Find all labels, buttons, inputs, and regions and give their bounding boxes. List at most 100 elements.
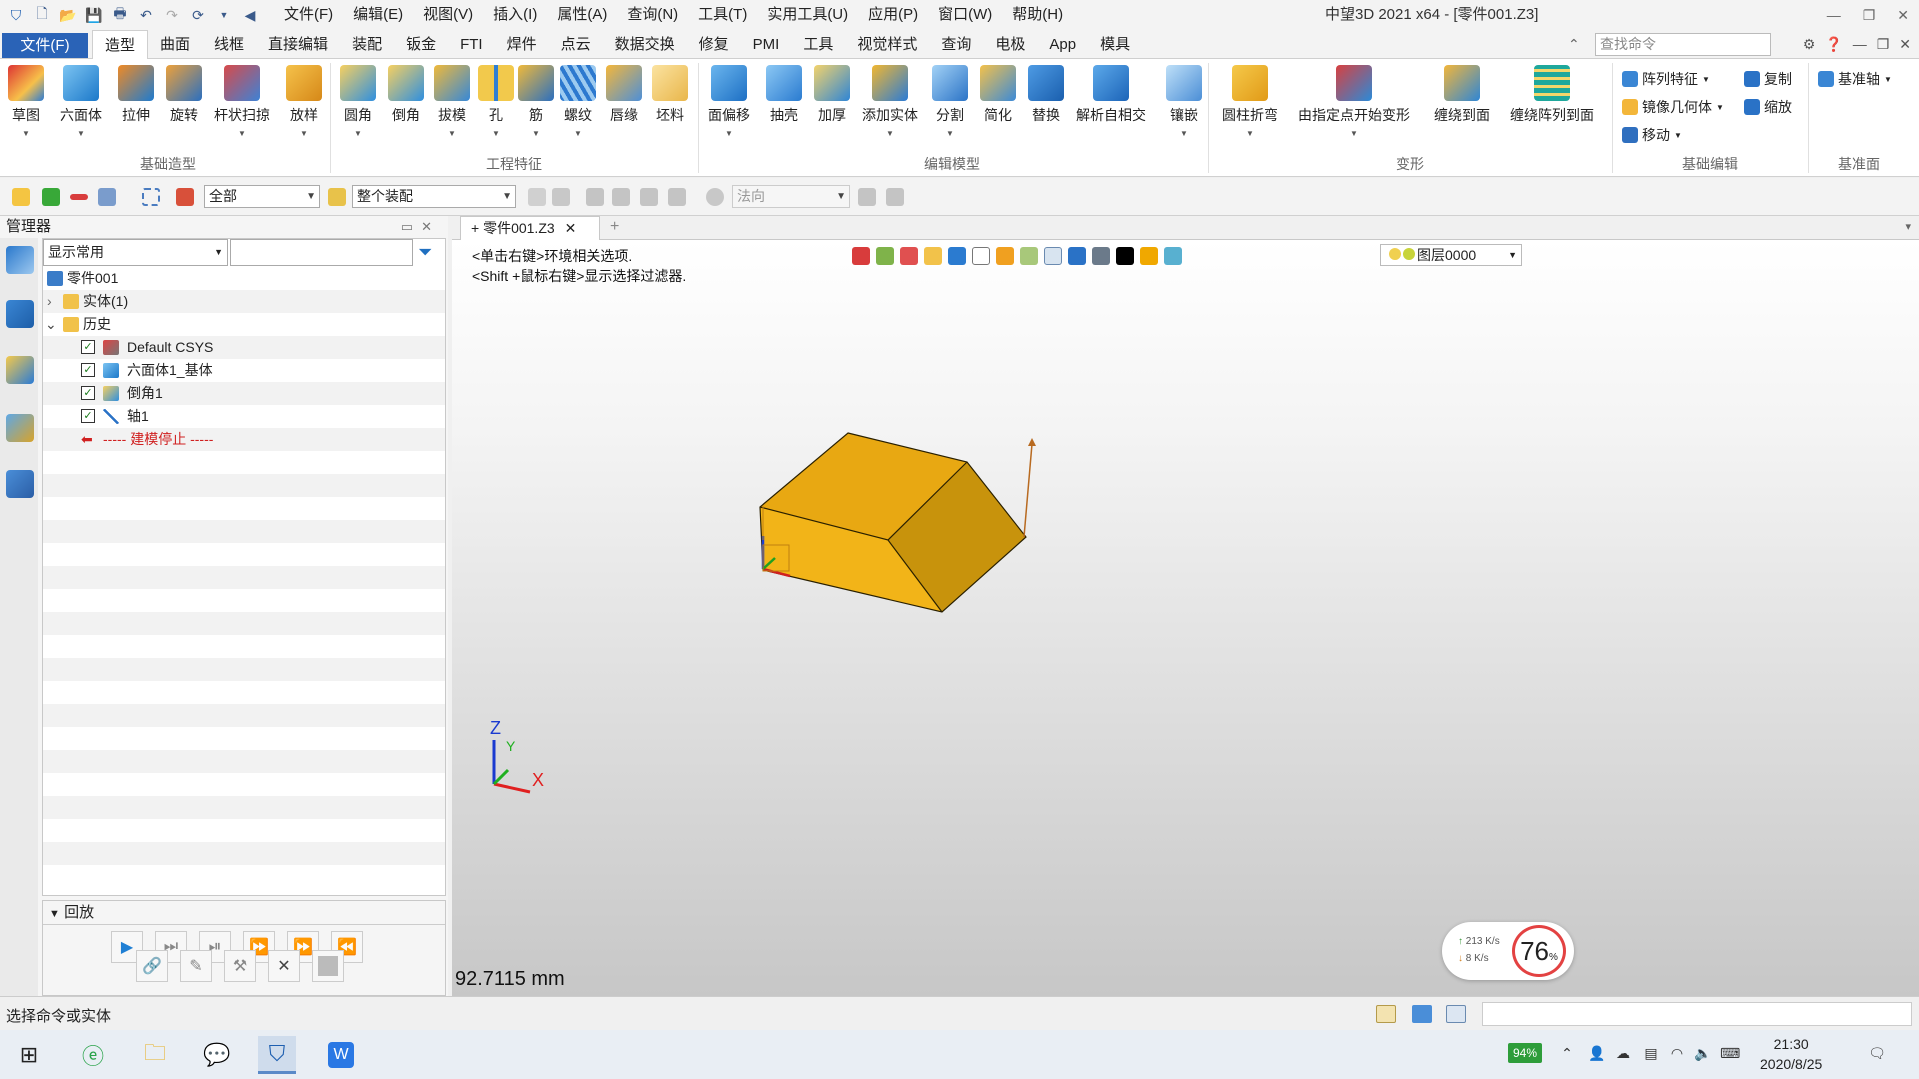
simplify-button[interactable]: 简化	[980, 65, 1016, 125]
add-solid-button[interactable]: 添加实体 ▼	[862, 65, 918, 138]
emboss-button[interactable]: 镶嵌 ▼	[1166, 65, 1202, 138]
tab-fti[interactable]: FTI	[448, 30, 495, 60]
tab-sheetmetal[interactable]: 钣金	[394, 30, 448, 60]
gear-snap-icon[interactable]	[552, 188, 570, 206]
visibility-checkbox[interactable]: ✓	[81, 409, 95, 423]
filter-select[interactable]: 全部 ▼	[204, 185, 320, 208]
windows-start-icon[interactable]: ⊞	[10, 1036, 48, 1074]
wrap-to-face-button[interactable]: 缠绕到面	[1434, 65, 1490, 125]
close-doc-icon[interactable]: ✕	[1899, 30, 1911, 59]
sketch-button[interactable]: 草图 ▼	[8, 65, 44, 138]
chevron-right-icon[interactable]: ›	[47, 290, 52, 313]
tab-tools[interactable]: 工具	[791, 30, 845, 60]
wechat-icon[interactable]: 💬	[198, 1036, 236, 1074]
shell-button[interactable]: 抽壳	[766, 65, 802, 125]
menu-insert[interactable]: 插入(I)	[483, 0, 547, 30]
menu-help[interactable]: 帮助(H)	[1002, 0, 1073, 30]
tab-app[interactable]: App	[1037, 30, 1088, 60]
close-icon[interactable]: ✕	[1897, 0, 1909, 30]
delete-icon[interactable]: ✕	[268, 950, 300, 982]
tree-item-box[interactable]: ✓ 六面体1_基体	[43, 359, 445, 382]
scale-button[interactable]: 缩放	[1744, 97, 1792, 117]
tree-search-input[interactable]	[230, 239, 413, 266]
save-icon[interactable]: 💾	[84, 5, 104, 25]
menu-tools[interactable]: 工具(T)	[688, 0, 757, 30]
chevron-down-icon[interactable]: ⌄	[45, 313, 57, 336]
new-file-icon[interactable]: 🗋	[32, 5, 52, 25]
filter-type-icon[interactable]	[176, 188, 194, 206]
notification-icon[interactable]: 🗨	[1868, 1045, 1886, 1063]
box-button[interactable]: 六面体 ▼	[60, 65, 102, 138]
panel-icon[interactable]	[1446, 1005, 1466, 1023]
browser-icon[interactable]: ⓔ	[74, 1036, 112, 1074]
tab-modeling[interactable]: 造型	[92, 30, 149, 60]
rib-button[interactable]: 筋 ▼	[518, 65, 554, 138]
display-filter-select[interactable]: 显示常用 ▼	[43, 239, 228, 266]
pointer-icon[interactable]	[668, 188, 686, 206]
modeling-stop-marker[interactable]: ⬅ ----- 建模停止 -----	[43, 428, 445, 451]
history-tree-icon[interactable]	[6, 246, 34, 274]
assembly-scope-select[interactable]: 整个装配 ▼	[352, 185, 516, 208]
tab-visual-style[interactable]: 视觉样式	[845, 30, 929, 60]
align-icon[interactable]	[586, 188, 604, 206]
command-input[interactable]	[1482, 1002, 1912, 1026]
network-speed-widget[interactable]: ↑ 213 K/s ↓ 8 K/s 76%	[1442, 922, 1574, 980]
pattern-feature-button[interactable]: 阵列特征 ▼	[1622, 69, 1710, 89]
draft-button[interactable]: 拔模 ▼	[434, 65, 470, 138]
tab-assembly[interactable]: 装配	[340, 30, 394, 60]
restore-icon[interactable]: ❐	[1863, 0, 1876, 30]
sweep-button[interactable]: 杆状扫掠 ▼	[214, 65, 270, 138]
tab-data-exchange[interactable]: 数据交换	[603, 30, 687, 60]
menu-attribute[interactable]: 属性(A)	[547, 0, 617, 30]
tab-surface[interactable]: 曲面	[148, 30, 202, 60]
user-icon[interactable]	[6, 470, 34, 498]
wps-icon[interactable]: W	[322, 1036, 360, 1074]
copy-button[interactable]: 复制	[1744, 69, 1792, 89]
file-explorer-icon[interactable]: 🗀	[136, 1036, 174, 1074]
menu-query[interactable]: 查询(N)	[617, 0, 688, 30]
remove-icon[interactable]	[70, 194, 88, 200]
tab-query[interactable]: 查询	[929, 30, 983, 60]
cloud-icon[interactable]: ☁	[1614, 1045, 1632, 1063]
new-tab-icon[interactable]: +	[610, 218, 619, 236]
close-icon[interactable]: ✕	[421, 219, 440, 234]
chamfer-button[interactable]: 倒角	[388, 65, 424, 125]
pick-icon[interactable]	[12, 188, 30, 206]
axis1-line[interactable]	[1023, 443, 1033, 538]
thread-button[interactable]: 螺纹 ▼	[560, 65, 596, 138]
monitor-icon[interactable]	[1412, 1005, 1432, 1023]
playback-header[interactable]: ▼ 回放	[43, 901, 445, 925]
box-select-icon[interactable]	[98, 188, 116, 206]
hole-button[interactable]: 孔 ▼	[478, 65, 514, 138]
thicken-button[interactable]: 加厚	[814, 65, 850, 125]
mirror-geometry-button[interactable]: 镜像几何体 ▼	[1622, 97, 1724, 117]
menu-window[interactable]: 窗口(W)	[928, 0, 1002, 30]
minimize-icon[interactable]: —	[1827, 0, 1841, 30]
zw3d-app-icon[interactable]: ⛉	[258, 1036, 296, 1074]
chevron-down-icon[interactable]: ▼	[214, 5, 234, 25]
lasso-icon[interactable]	[142, 188, 160, 206]
pin-icon[interactable]: ▭	[401, 219, 421, 234]
loft-button[interactable]: 放样 ▼	[286, 65, 322, 138]
menu-utilities[interactable]: 实用工具(U)	[757, 0, 858, 30]
cursor-icon[interactable]	[858, 188, 876, 206]
system-clock[interactable]: 21:30 2020/8/25	[1760, 1034, 1822, 1074]
face-offset-button[interactable]: 面偏移 ▼	[708, 65, 750, 138]
deform-from-point-button[interactable]: 由指定点开始变形 ▼	[1298, 65, 1410, 138]
chevron-up-icon[interactable]: ⌃	[1558, 1045, 1576, 1063]
stop-icon[interactable]	[312, 950, 344, 982]
tab-pmi[interactable]: PMI	[741, 30, 792, 60]
menu-view[interactable]: 视图(V)	[413, 0, 483, 30]
volume-icon[interactable]: 🔈	[1694, 1045, 1712, 1063]
split-button[interactable]: 分割 ▼	[932, 65, 968, 138]
stock-button[interactable]: 坯料	[652, 65, 688, 125]
visibility-checkbox[interactable]: ✓	[81, 363, 95, 377]
wrap-pattern-button[interactable]: 缠绕阵列到面	[1510, 65, 1594, 125]
ime-icon[interactable]: ⌨	[1720, 1045, 1740, 1063]
visibility-checkbox[interactable]: ✓	[81, 340, 95, 354]
tree-item-axis[interactable]: ✓ 轴1	[43, 405, 445, 428]
tree-item-csys[interactable]: ✓ Default CSYS	[43, 336, 445, 359]
align-right-icon[interactable]	[640, 188, 658, 206]
3d-viewport[interactable]: <单击右键>环境相关选项. <Shift +鼠标右键>显示选择过滤器. 图层00…	[452, 240, 1919, 996]
extrude-button[interactable]: 拉伸	[118, 65, 154, 125]
